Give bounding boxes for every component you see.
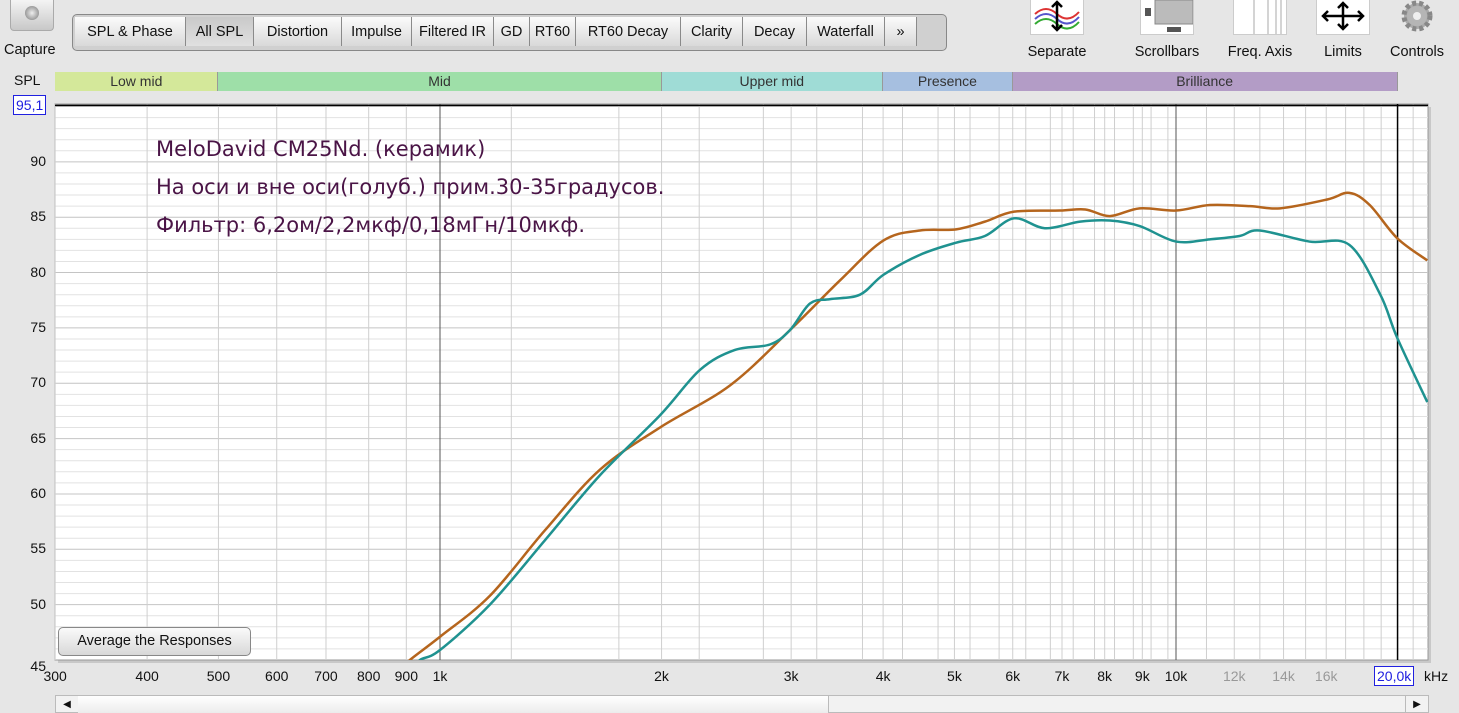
x-unit-label: kHz bbox=[1424, 668, 1449, 684]
y-tick-label: 60 bbox=[30, 484, 46, 501]
spl-plot[interactable] bbox=[0, 0, 1459, 713]
y-tick-label: 90 bbox=[30, 152, 46, 169]
x-tick-label: 900 bbox=[394, 668, 418, 684]
x-tick-label: 800 bbox=[356, 668, 381, 684]
x-tick-label: 1k bbox=[432, 668, 448, 684]
y-tick-label: 80 bbox=[30, 263, 46, 280]
scrollbar-thumb[interactable] bbox=[78, 696, 829, 713]
x-tick-label: 400 bbox=[135, 668, 159, 684]
annotation-line-2: На оси и вне оси(голуб.) прим.30-35граду… bbox=[156, 175, 665, 199]
annotation-line-1: MeloDavid CM25Nd. (керамик) bbox=[156, 137, 486, 161]
x-tick-label: 500 bbox=[206, 668, 231, 684]
spl-cursor-readout: 95,1 bbox=[13, 95, 47, 115]
horizontal-scrollbar[interactable]: ◀ ▶ bbox=[55, 695, 1429, 713]
y-tick-label: 75 bbox=[30, 318, 46, 335]
y-tick-label: 85 bbox=[30, 208, 46, 225]
x-tick-label: 6k bbox=[1005, 668, 1021, 684]
scroll-left-arrow-icon[interactable]: ◀ bbox=[56, 696, 79, 713]
x-tick-label: 7k bbox=[1054, 668, 1070, 684]
x-tick-label: 9k bbox=[1134, 668, 1150, 684]
y-tick-label: 65 bbox=[30, 429, 46, 446]
scroll-right-arrow-icon[interactable]: ▶ bbox=[1405, 696, 1428, 713]
y-tick-label: 70 bbox=[30, 374, 46, 391]
x-tick-label: 300 bbox=[43, 668, 67, 684]
x-tick-label: 8k bbox=[1097, 668, 1113, 684]
y-tick-label: 50 bbox=[30, 595, 46, 612]
freq-cursor-readout: 20,0k bbox=[1374, 666, 1415, 686]
x-tick-label: 4k bbox=[875, 668, 891, 684]
y-tick-label: 55 bbox=[30, 540, 46, 557]
y-tick-label: 45 bbox=[30, 658, 46, 674]
x-tick-label: 5k bbox=[947, 668, 962, 684]
x-tick-label: 10k bbox=[1164, 668, 1188, 684]
average-responses-button[interactable]: Average the Responses bbox=[58, 627, 251, 656]
x-tick-label: 16k bbox=[1314, 668, 1338, 684]
x-tick-label: 700 bbox=[314, 668, 338, 684]
x-tick-label: 12k bbox=[1222, 668, 1246, 684]
x-tick-label: 600 bbox=[265, 668, 289, 684]
x-tick-label: 2k bbox=[654, 668, 669, 684]
x-tick-label: 14k bbox=[1272, 668, 1295, 684]
x-tick-label: 3k bbox=[783, 668, 799, 684]
annotation-line-3: Фильтр: 6,2ом/2,2мкф/0,18мГн/10мкф. bbox=[156, 213, 586, 237]
